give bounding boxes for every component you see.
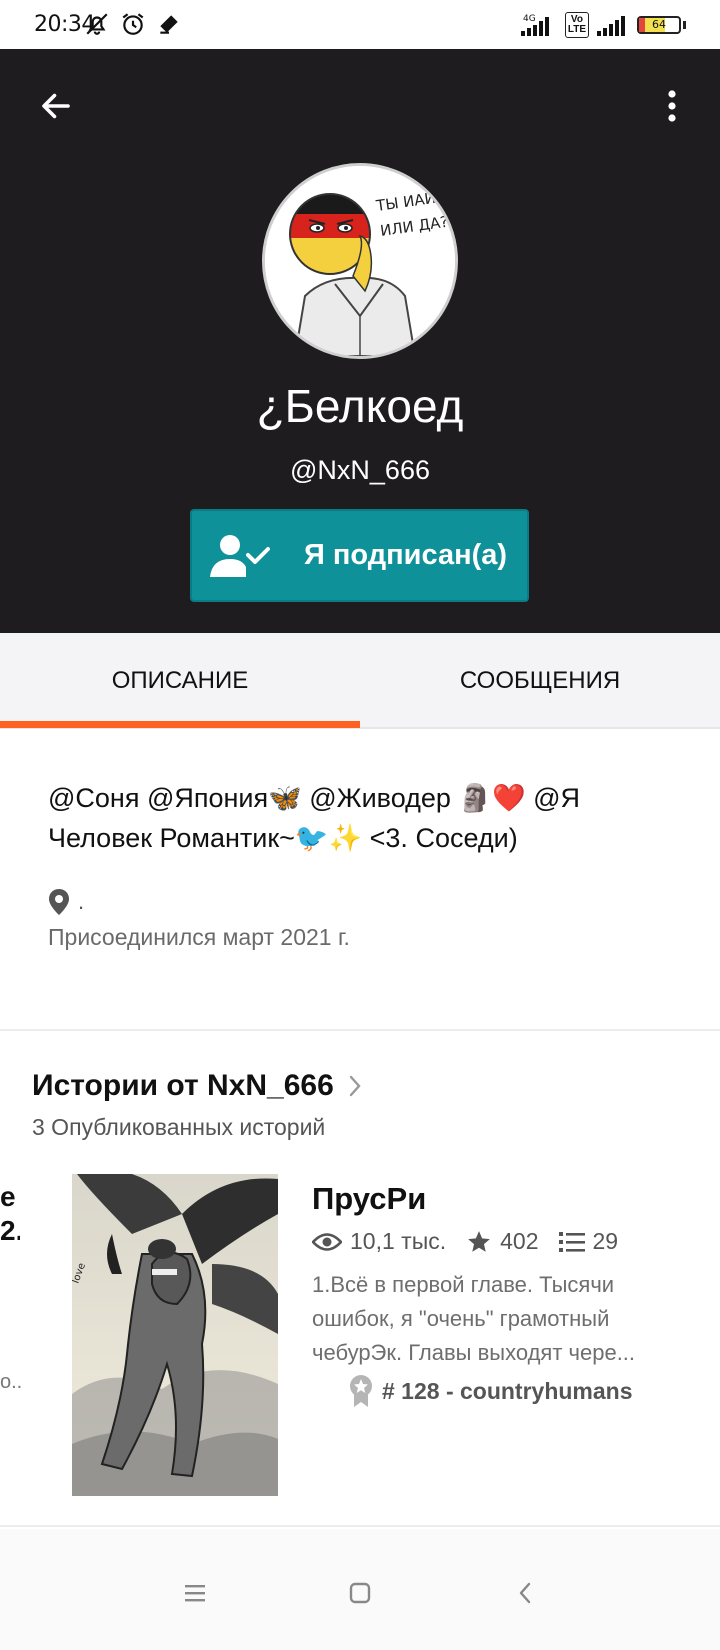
app-screen: 20:34 4G Vo LTE 64 ТЫ ИАИО? ИЛИ ДА? ¿Бел… bbox=[0, 0, 720, 1650]
more-options-button[interactable] bbox=[654, 84, 690, 128]
story-cover[interactable]: love bbox=[72, 1174, 278, 1496]
award-ribbon-icon bbox=[350, 1375, 372, 1407]
alarm-icon bbox=[122, 13, 144, 35]
status-icons-right: 4G Vo LTE 64 bbox=[517, 12, 686, 38]
home-button[interactable] bbox=[340, 1573, 380, 1613]
story-description: 1.Всё в первой главе. Тысячи ошибок, я "… bbox=[312, 1272, 636, 1365]
arrow-left-icon bbox=[42, 93, 70, 119]
status-icons-left bbox=[84, 11, 182, 37]
avatar-illustration: ТЫ ИАИО? ИЛИ ДА? bbox=[265, 166, 455, 356]
stories-count: 3 Опубликованных историй bbox=[32, 1114, 326, 1140]
back-icon bbox=[519, 1582, 531, 1604]
eye-icon bbox=[312, 1232, 342, 1251]
location-pin-icon bbox=[49, 889, 69, 915]
reads-stat: 10,1 тыс. bbox=[312, 1228, 446, 1255]
about-section: @Соня @Япония🦋 @Живодер 🗿❤️ @Я Человек Р… bbox=[0, 731, 720, 1031]
tab-messages[interactable]: СООБЩЕНИЯ bbox=[360, 633, 720, 729]
recent-apps-button[interactable] bbox=[175, 1573, 215, 1613]
bio-text: @Соня @Япония🦋 @Живодер 🗿❤️ @Я Человек Р… bbox=[48, 783, 581, 853]
system-nav-bar bbox=[0, 1529, 720, 1650]
reads-count: 10,1 тыс. bbox=[350, 1228, 447, 1254]
stories-header-link[interactable]: Истории от NxN_666 bbox=[32, 1069, 362, 1103]
back-button[interactable] bbox=[34, 84, 78, 128]
previous-story-desc-fragment: о... bbox=[0, 1371, 22, 1393]
system-back-button[interactable] bbox=[505, 1573, 545, 1613]
story-cover-illustration: love bbox=[72, 1174, 278, 1496]
home-icon bbox=[349, 1582, 371, 1604]
username: @NxN_666 bbox=[290, 455, 430, 485]
previous-story-title-fragment[interactable]: е2.. bbox=[0, 1180, 20, 1248]
battery-level: 64 bbox=[652, 18, 666, 31]
location-row: . bbox=[48, 888, 84, 916]
avatar[interactable]: ТЫ ИАИО? ИЛИ ДА? bbox=[262, 163, 458, 359]
active-tab-indicator bbox=[0, 721, 360, 728]
stories-title: Истории от NxN_666 bbox=[32, 1069, 334, 1102]
volte-badge: Vo LTE bbox=[564, 12, 589, 38]
tag-icon bbox=[160, 15, 178, 34]
story-stats: 10,1 тыс. 402 29 bbox=[312, 1228, 638, 1255]
parts-count: 29 bbox=[592, 1228, 619, 1254]
tab-about[interactable]: ОПИСАНИЕ bbox=[0, 633, 360, 729]
display-name: ¿Белкоед bbox=[256, 380, 464, 432]
story-rank-link[interactable]: # 128 - countryhumans bbox=[348, 1374, 633, 1408]
profile-header: ТЫ ИАИО? ИЛИ ДА? ¿Белкоед @NxN_666 Я под… bbox=[0, 49, 720, 633]
follow-button-label: Я подписан(а) bbox=[304, 539, 508, 571]
star-icon bbox=[468, 1230, 490, 1252]
bell-off-icon bbox=[86, 13, 108, 35]
user-check-icon bbox=[210, 535, 270, 577]
signal-icon bbox=[597, 16, 625, 36]
signal-icon: 4G bbox=[520, 14, 549, 36]
parts-stat: 29 bbox=[558, 1228, 619, 1255]
votes-stat: 402 bbox=[466, 1228, 539, 1255]
battery-nub bbox=[683, 21, 686, 29]
menu-icon bbox=[185, 1585, 205, 1602]
battery-icon: 64 bbox=[637, 16, 681, 34]
more-vertical-icon bbox=[668, 90, 676, 122]
joined-date: Присоединился март 2021 г. bbox=[48, 924, 350, 950]
stories-section: Истории от NxN_666 3 Опубликованных исто… bbox=[0, 1033, 720, 1527]
svg-text:4G: 4G bbox=[523, 14, 536, 24]
location-text: . bbox=[78, 889, 85, 914]
chevron-right-icon bbox=[349, 1075, 361, 1097]
votes-count: 402 bbox=[500, 1228, 539, 1254]
story-rank-text: # 128 - countryhumans bbox=[382, 1377, 633, 1404]
profile-tabs: ОПИСАНИЕ СООБЩЕНИЯ bbox=[0, 633, 720, 729]
status-bar: 20:34 4G Vo LTE 64 bbox=[0, 0, 720, 49]
follow-button[interactable]: Я подписан(а) bbox=[190, 509, 529, 602]
story-title[interactable]: ПрусРи bbox=[312, 1181, 426, 1217]
list-icon bbox=[558, 1231, 585, 1252]
